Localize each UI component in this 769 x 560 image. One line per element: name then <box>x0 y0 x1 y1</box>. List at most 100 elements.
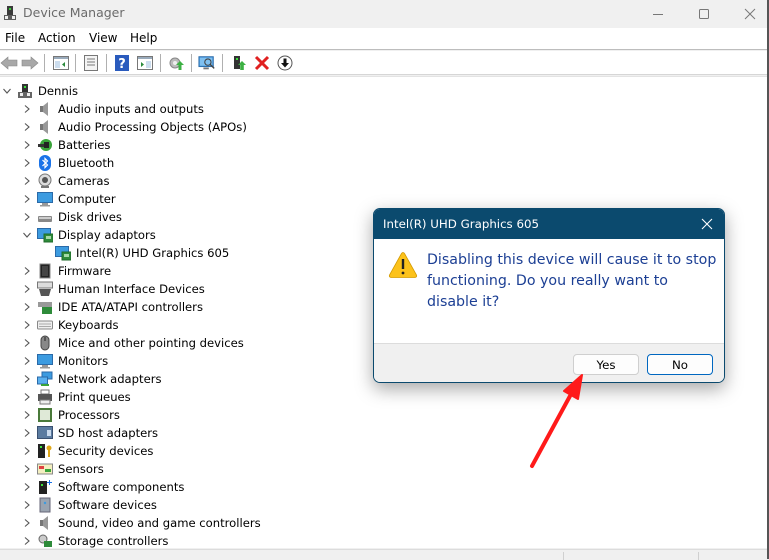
dialog-close-button[interactable] <box>696 213 718 235</box>
chevron-right-icon[interactable] <box>22 284 32 294</box>
chevron-right-icon[interactable] <box>22 392 32 402</box>
tree-category-software-devices[interactable]: Software devices <box>0 496 360 514</box>
toolbar-separator <box>44 54 45 72</box>
no-button[interactable]: No <box>647 354 713 375</box>
chevron-down-icon[interactable] <box>2 86 12 96</box>
tree-category-network-adapters[interactable]: Network adapters <box>0 370 360 388</box>
tree-category-computer[interactable]: Computer <box>0 190 360 208</box>
tree-root-computer[interactable]: Dennis <box>0 82 360 100</box>
tree-category-audio-processing-objects-apos[interactable]: Audio Processing Objects (APOs) <box>0 118 360 136</box>
enable-device-icon <box>234 56 246 70</box>
speaker-icon <box>37 119 53 135</box>
disable-device-button[interactable] <box>276 54 294 72</box>
yes-button[interactable]: Yes <box>573 354 639 375</box>
chevron-right-icon[interactable] <box>22 140 32 150</box>
mouse-icon <box>37 335 53 351</box>
chevron-right-icon[interactable] <box>22 428 32 438</box>
menu-help[interactable]: Help <box>130 31 157 45</box>
tree-item-label: Keyboards <box>58 318 119 332</box>
enable-device-button[interactable] <box>230 54 248 72</box>
chevron-right-icon[interactable] <box>22 446 32 456</box>
toolbar-separator <box>222 54 223 72</box>
tree-category-bluetooth[interactable]: Bluetooth <box>0 154 360 172</box>
chevron-right-icon[interactable] <box>22 338 32 348</box>
tree-category-storage-controllers[interactable]: Storage controllers <box>0 532 360 548</box>
tree-category-sound-video-and-game-controllers[interactable]: Sound, video and game controllers <box>0 514 360 532</box>
properties-button[interactable] <box>82 54 100 72</box>
chevron-right-icon[interactable] <box>22 464 32 474</box>
chevron-right-icon[interactable] <box>22 356 32 366</box>
toolbar-separator <box>106 54 107 72</box>
chevron-right-icon[interactable] <box>22 104 32 114</box>
display-adapter-icon <box>55 245 71 261</box>
chevron-right-icon[interactable] <box>22 212 32 222</box>
software-component-icon <box>37 479 53 495</box>
update-driver-button[interactable] <box>168 54 186 72</box>
chevron-right-icon[interactable] <box>22 320 32 330</box>
chevron-right-icon[interactable] <box>22 122 32 132</box>
tree-category-print-queues[interactable]: Print queues <box>0 388 360 406</box>
chevron-right-icon[interactable] <box>22 374 32 384</box>
uninstall-x-icon <box>254 55 270 71</box>
hid-icon <box>37 281 53 297</box>
tree-category-human-interface-devices[interactable]: Human Interface Devices <box>0 280 360 298</box>
minimize-button[interactable] <box>635 0 681 27</box>
chevron-right-icon[interactable] <box>22 302 32 312</box>
dialog-message: Disabling this device will cause it to s… <box>427 252 717 310</box>
chevron-right-icon[interactable] <box>22 266 32 276</box>
tree-item-label: Monitors <box>58 354 109 368</box>
storage-controller-icon <box>37 533 53 548</box>
tree-category-cameras[interactable]: Cameras <box>0 172 360 190</box>
tree-category-monitors[interactable]: Monitors <box>0 352 360 370</box>
tree-category-display-adaptors[interactable]: Display adaptors <box>0 226 360 244</box>
back-button[interactable] <box>0 54 18 72</box>
maximize-button[interactable] <box>681 0 727 27</box>
computer-root-icon <box>17 83 33 99</box>
chevron-right-icon[interactable] <box>22 194 32 204</box>
chevron-right-icon[interactable] <box>22 536 32 546</box>
tree-category-batteries[interactable]: Batteries <box>0 136 360 154</box>
chevron-down-icon[interactable] <box>22 230 32 240</box>
tree-category-software-components[interactable]: Software components <box>0 478 360 496</box>
ide-controller-icon <box>37 299 53 315</box>
action-pane-button[interactable] <box>136 54 154 72</box>
console-tree-button[interactable] <box>52 54 70 72</box>
tree-item-label: Software components <box>58 480 185 494</box>
close-button[interactable] <box>727 0 769 27</box>
chevron-right-icon[interactable] <box>22 158 32 168</box>
software-device-icon <box>37 497 53 513</box>
tree-category-sd-host-adapters[interactable]: SD host adapters <box>0 424 360 442</box>
help-button[interactable]: ? <box>113 54 131 72</box>
menu-bar: File Action View Help <box>0 28 767 50</box>
tree-category-firmware[interactable]: Firmware <box>0 262 360 280</box>
speaker-icon <box>37 515 53 531</box>
menu-view[interactable]: View <box>89 31 117 45</box>
tree-item-label: Audio inputs and outputs <box>58 102 204 116</box>
chevron-right-icon[interactable] <box>22 410 32 420</box>
sd-card-icon <box>37 425 53 441</box>
tree-device-intel-r-uhd-graphics-605[interactable]: Intel(R) UHD Graphics 605 <box>0 244 360 262</box>
tree-category-ide-ata-atapi-controllers[interactable]: IDE ATA/ATAPI controllers <box>0 298 360 316</box>
tree-category-keyboards[interactable]: Keyboards <box>0 316 360 334</box>
scan-hardware-button[interactable] <box>198 54 216 72</box>
menu-action[interactable]: Action <box>38 31 76 45</box>
menu-file[interactable]: File <box>5 31 25 45</box>
disk-drive-icon <box>37 209 53 225</box>
tree-item-label: Print queues <box>58 390 131 404</box>
network-icon <box>37 371 53 387</box>
tree-category-processors[interactable]: Processors <box>0 406 360 424</box>
chevron-right-icon[interactable] <box>22 482 32 492</box>
tree-category-mice-and-other-pointing-devices[interactable]: Mice and other pointing devices <box>0 334 360 352</box>
tree-category-security-devices[interactable]: Security devices <box>0 442 360 460</box>
tree-category-sensors[interactable]: Sensors <box>0 460 360 478</box>
tree-item-label: Storage controllers <box>58 534 169 548</box>
chevron-right-icon[interactable] <box>22 500 32 510</box>
chevron-right-icon[interactable] <box>22 518 32 528</box>
chevron-right-icon[interactable] <box>22 176 32 186</box>
tree-category-audio-inputs-and-outputs[interactable]: Audio inputs and outputs <box>0 100 360 118</box>
tree-category-disk-drives[interactable]: Disk drives <box>0 208 360 226</box>
uninstall-device-button[interactable] <box>253 54 271 72</box>
forward-button[interactable] <box>21 54 39 72</box>
help-icon: ? <box>115 55 129 71</box>
tree-item-label: Batteries <box>58 138 111 152</box>
